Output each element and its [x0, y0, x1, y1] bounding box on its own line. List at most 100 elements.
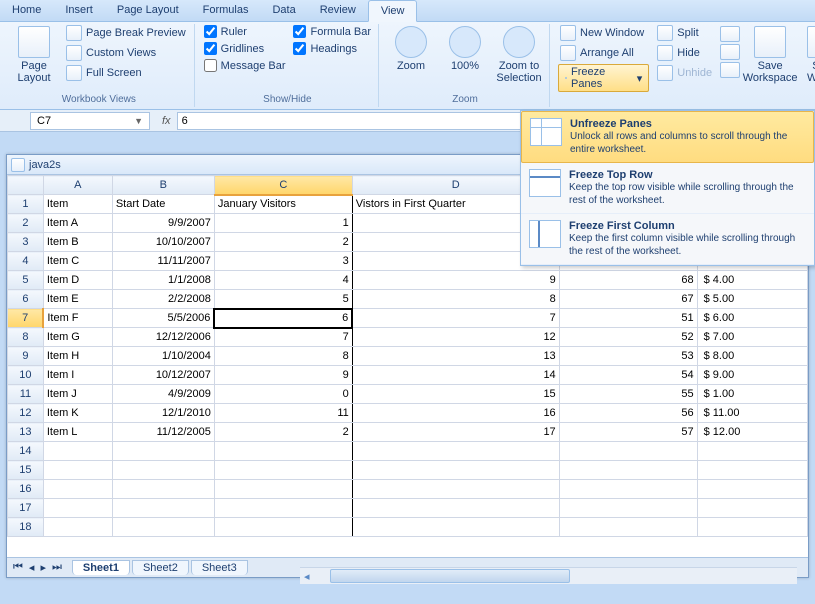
cell[interactable] [112, 442, 214, 461]
row-header[interactable]: 2 [8, 214, 44, 233]
cell[interactable]: $ 7.00 [697, 328, 807, 347]
cell[interactable]: 54 [559, 366, 697, 385]
cell[interactable]: $ 1.00 [697, 385, 807, 404]
cell[interactable]: 1/1/2008 [112, 271, 214, 290]
cell[interactable]: Item [43, 195, 112, 214]
prev-sheet-icon[interactable]: ◂ [27, 561, 37, 574]
cell[interactable]: 9/9/2007 [112, 214, 214, 233]
cell[interactable] [214, 442, 352, 461]
reset-window-icon[interactable] [720, 62, 740, 78]
cell[interactable] [214, 499, 352, 518]
freeze-first-column-item[interactable]: Freeze First ColumnKeep the first column… [521, 214, 814, 265]
cell[interactable]: 7 [352, 309, 559, 328]
cell[interactable]: 3 [214, 252, 352, 271]
cell[interactable]: 67 [559, 290, 697, 309]
cell[interactable] [697, 518, 807, 537]
cell[interactable] [697, 499, 807, 518]
tab-view[interactable]: View [368, 0, 418, 22]
cell[interactable]: Item D [43, 271, 112, 290]
cell[interactable] [559, 442, 697, 461]
cell[interactable]: 13 [352, 347, 559, 366]
row-header[interactable]: 12 [8, 404, 44, 423]
cell[interactable]: 6 [214, 309, 352, 328]
cell[interactable]: 56 [559, 404, 697, 423]
row-header[interactable]: 15 [8, 461, 44, 480]
name-box[interactable]: C7▼ [30, 112, 150, 130]
cell[interactable]: Item B [43, 233, 112, 252]
row-header[interactable]: 5 [8, 271, 44, 290]
cell[interactable] [697, 480, 807, 499]
cell[interactable]: 55 [559, 385, 697, 404]
cell[interactable]: Start Date [112, 195, 214, 214]
cell[interactable]: Item C [43, 252, 112, 271]
cell[interactable]: Item K [43, 404, 112, 423]
cell[interactable]: Item E [43, 290, 112, 309]
cell[interactable]: 2/2/2008 [112, 290, 214, 309]
cell[interactable]: 11 [214, 404, 352, 423]
scroll-left-icon[interactable]: ◂ [300, 570, 314, 583]
row-header[interactable]: 7 [8, 309, 44, 328]
cell[interactable]: 9 [214, 366, 352, 385]
cell[interactable]: Item L [43, 423, 112, 442]
cell[interactable] [697, 461, 807, 480]
unhide-button[interactable]: Unhide [655, 64, 714, 82]
cell[interactable]: 12 [352, 328, 559, 347]
cell[interactable]: 4/9/2009 [112, 385, 214, 404]
zoom-button[interactable]: Zoom [387, 24, 435, 72]
save-workspace-button[interactable]: Save Workspace [746, 24, 794, 84]
cell[interactable] [43, 461, 112, 480]
cell[interactable]: 68 [559, 271, 697, 290]
sync-scroll-icon[interactable] [720, 44, 740, 60]
cell[interactable]: 51 [559, 309, 697, 328]
cell[interactable] [352, 442, 559, 461]
arrange-all-button[interactable]: Arrange All [558, 44, 649, 62]
cell[interactable]: 17 [352, 423, 559, 442]
row-header[interactable]: 9 [8, 347, 44, 366]
cell[interactable] [352, 480, 559, 499]
cell[interactable]: 2 [214, 423, 352, 442]
cell[interactable]: 10/12/2007 [112, 366, 214, 385]
cell[interactable] [43, 442, 112, 461]
cell[interactable] [214, 480, 352, 499]
cell[interactable] [43, 518, 112, 537]
zoom-to-selection-button[interactable]: Zoom to Selection [495, 24, 543, 84]
cell[interactable]: 10/10/2007 [112, 233, 214, 252]
cell[interactable]: 8 [352, 290, 559, 309]
cell[interactable]: 5 [214, 290, 352, 309]
cell[interactable]: 1/10/2004 [112, 347, 214, 366]
cell[interactable]: 2 [214, 233, 352, 252]
new-window-button[interactable]: New Window [558, 24, 649, 42]
tab-data[interactable]: Data [260, 0, 307, 21]
cell[interactable] [43, 499, 112, 518]
cell[interactable]: 12/12/2006 [112, 328, 214, 347]
cell[interactable]: 11/12/2005 [112, 423, 214, 442]
cell[interactable]: 53 [559, 347, 697, 366]
sheet-tab-3[interactable]: Sheet3 [191, 560, 248, 575]
formula-bar-checkbox[interactable]: Formula Bar [292, 24, 372, 39]
cell[interactable]: Item I [43, 366, 112, 385]
zoom-100-button[interactable]: 100% [441, 24, 489, 72]
row-header[interactable]: 11 [8, 385, 44, 404]
cell[interactable]: 57 [559, 423, 697, 442]
cell[interactable] [559, 461, 697, 480]
cell[interactable] [559, 518, 697, 537]
cell[interactable]: 12/1/2010 [112, 404, 214, 423]
cell[interactable]: 7 [214, 328, 352, 347]
cell[interactable]: Item H [43, 347, 112, 366]
tab-home[interactable]: Home [0, 0, 53, 21]
row-header[interactable]: 1 [8, 195, 44, 214]
cell[interactable]: $ 8.00 [697, 347, 807, 366]
cell[interactable]: 9 [352, 271, 559, 290]
cell[interactable]: 15 [352, 385, 559, 404]
col-header[interactable]: C [214, 176, 352, 195]
cell[interactable] [112, 480, 214, 499]
cell[interactable] [214, 461, 352, 480]
cell[interactable]: Item F [43, 309, 112, 328]
cell[interactable] [352, 518, 559, 537]
cell[interactable]: 8 [214, 347, 352, 366]
unfreeze-panes-item[interactable]: Unfreeze PanesUnlock all rows and column… [521, 111, 814, 163]
row-header[interactable]: 6 [8, 290, 44, 309]
row-header[interactable]: 14 [8, 442, 44, 461]
view-side-by-side-icon[interactable] [720, 26, 740, 42]
split-button[interactable]: Split [655, 24, 714, 42]
